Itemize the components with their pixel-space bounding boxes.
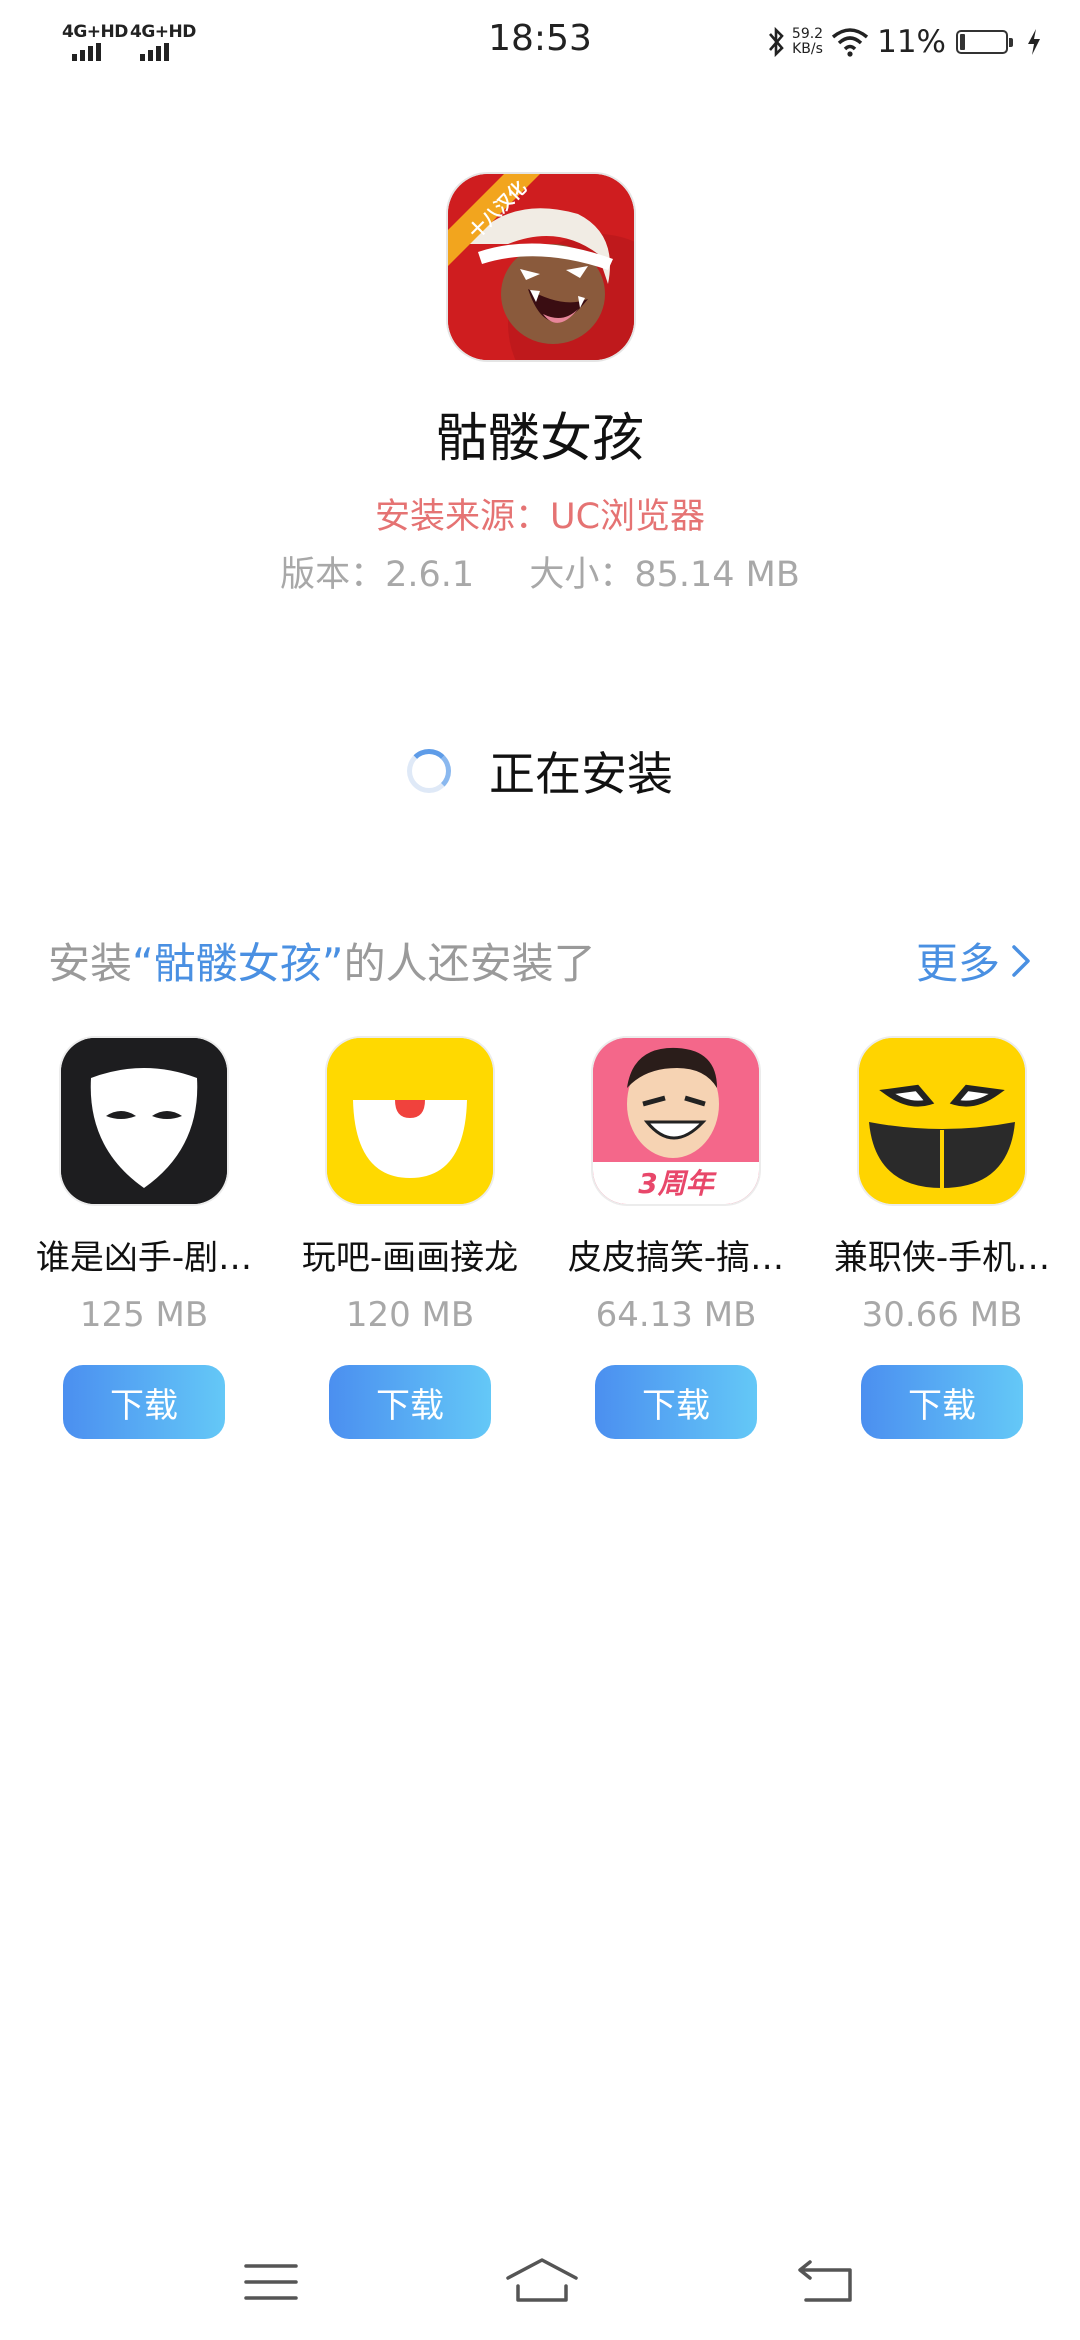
home-icon [506,2258,578,2302]
list-item[interactable]: 3周年 皮皮搞笑-搞… 64.13 MB 下载 [556,1038,796,1439]
chevron-right-icon [1012,944,1030,977]
pipi-icon: 3周年 [593,1038,759,1204]
item-name: 谁是凶手-剧… [35,1238,253,1278]
item-size: 64.13 MB [595,1295,757,1335]
item-name: 皮皮搞笑-搞… [567,1238,785,1278]
install-status: 正在安装 [489,747,673,801]
wifi-icon [831,28,869,57]
more-link[interactable]: 更多 [916,930,1032,991]
item-name: 玩吧-画画接龙 [301,1238,519,1278]
loading-spinner-icon [407,749,451,793]
download-button[interactable]: 下载 [861,1365,1023,1439]
wanba-icon [327,1038,493,1204]
item-size: 120 MB [345,1295,475,1335]
install-source: 安装来源：UC浏览器 [374,497,706,537]
home-button[interactable] [502,2252,582,2312]
battery-percent: 11% [877,24,946,60]
item-size: 30.66 MB [861,1295,1023,1335]
menu-icon [244,2264,298,2300]
recommend-suffix: 的人还安装了 [343,939,596,988]
app-version: 版本：2.6.1 [280,555,475,595]
app-size: 大小：85.14 MB [529,555,800,595]
app-icon: 十八汉化 [448,174,634,360]
recommend-prefix: 安装 [48,939,133,988]
back-button[interactable] [788,2252,868,2312]
more-label: 更多 [915,939,1000,988]
list-item[interactable]: 玩吧-画画接龙 120 MB 下载 [290,1038,530,1439]
net-speed: 59.2 KB/s [792,27,823,57]
recommend-open-quote: “ [132,939,154,988]
net-speed-unit: KB/s [792,41,823,57]
download-button[interactable]: 下载 [63,1365,225,1439]
list-item[interactable]: 兼职侠-手机… 30.66 MB 下载 [822,1038,1062,1439]
back-icon [798,2260,852,2302]
item-name: 兼职侠-手机… [833,1238,1051,1278]
status-bar: 4G+HD 4G+HD 18:53 59.2 KB/s 11% [0,0,1080,86]
menu-button[interactable] [232,2252,312,2312]
app-name: 骷髅女孩 [435,409,644,469]
navigation-bar [0,2230,1080,2340]
app-meta: 版本：2.6.1 大小：85.14 MB [0,546,1080,597]
install-progress: 正在安装 [0,738,1080,804]
bluetooth-icon [768,26,784,58]
recommend-app-name: 骷髅女孩 [153,939,322,988]
mask-icon [61,1038,227,1204]
charging-icon [1028,29,1040,55]
recommend-title: 安装“骷髅女孩”的人还安装了 [48,930,596,991]
download-button[interactable]: 下载 [595,1365,757,1439]
net-speed-value: 59.2 [791,26,824,42]
jianzhixia-icon [859,1038,1025,1204]
item-size: 125 MB [79,1295,209,1335]
pipi-badge: 3周年 [638,1167,717,1200]
list-item[interactable]: 谁是凶手-剧… 125 MB 下载 [24,1038,264,1439]
battery-icon [956,30,1013,54]
recommend-close-quote: ” [321,939,344,988]
download-button[interactable]: 下载 [329,1365,491,1439]
